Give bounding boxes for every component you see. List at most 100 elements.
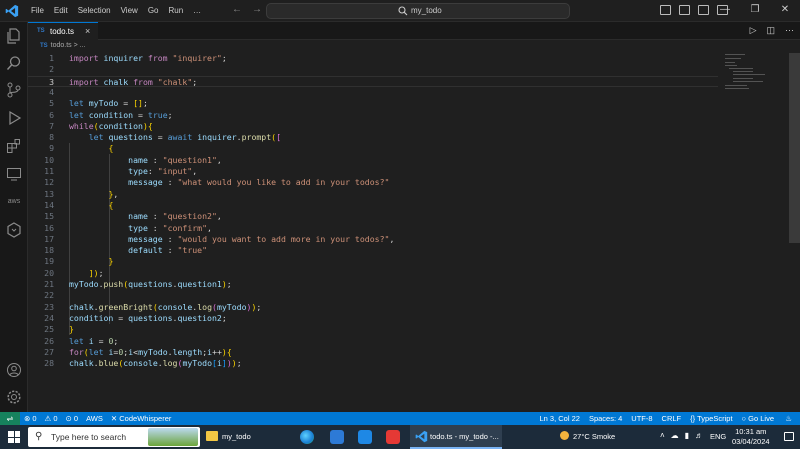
taskbar-vscode-window[interactable]: todo.ts - my_todo -... (410, 425, 502, 449)
clock[interactable]: 10:31 am 03/04/2024 (732, 427, 770, 447)
toggle-secondary-sidebar-icon[interactable] (698, 5, 709, 15)
aws-icon[interactable]: aws (6, 194, 22, 210)
menu-file[interactable]: File (26, 5, 49, 17)
status-language[interactable]: {} TypeScript (690, 414, 732, 423)
line-number: 24 (44, 312, 54, 323)
status-indentation[interactable]: Spaces: 4 (589, 414, 622, 423)
more-actions-icon[interactable]: ⋯ (785, 25, 794, 36)
code-line[interactable]: 8 let questions = await inquirer.prompt(… (28, 132, 718, 143)
restore-icon[interactable]: ❐ (740, 0, 770, 22)
show-hidden-icons-icon[interactable]: ˄ (660, 431, 665, 440)
code-line[interactable]: 7 while(condition){ (28, 121, 718, 132)
extensions-icon[interactable] (6, 138, 22, 154)
status-errors[interactable]: ⊗ 0 (24, 414, 37, 423)
code-line[interactable]: 9 { (28, 143, 718, 154)
code-line[interactable]: 1 import inquirer from "inquirer"; (28, 53, 718, 64)
explorer-icon[interactable] (6, 28, 22, 44)
code-line[interactable]: 25} (28, 324, 718, 335)
code-line[interactable]: 23 chalk.greenBright(console.log(myTodo))… (28, 302, 718, 313)
status-warnings[interactable]: ⚠ 0 (45, 414, 58, 423)
taskbar-search-box[interactable]: ⚲ Type here to search (28, 427, 200, 447)
notifications-bell-icon[interactable]: ♨ (785, 414, 792, 423)
run-debug-icon[interactable] (6, 110, 22, 126)
minimap[interactable] (725, 53, 785, 93)
youtube-icon[interactable] (386, 430, 400, 444)
edge-browser-icon[interactable] (300, 430, 314, 444)
code-line[interactable]: 20 ]); (28, 268, 718, 279)
battery-icon[interactable]: ▮ (685, 431, 689, 440)
toggle-panel-icon[interactable] (679, 5, 690, 15)
menu-edit[interactable]: Edit (49, 5, 73, 17)
menu-view[interactable]: View (116, 5, 143, 17)
windows-start-icon[interactable] (8, 431, 20, 443)
status-aws[interactable]: AWS (86, 414, 103, 423)
microsoft-store-icon[interactable] (330, 430, 344, 444)
code-line[interactable]: 16 type : "confirm", (28, 223, 718, 234)
search-view-icon[interactable] (6, 55, 22, 71)
code-line[interactable]: 12 message : "what would you like to add… (28, 177, 718, 188)
status-ports[interactable]: ⊙ 0 (66, 414, 79, 423)
tab-todo-ts[interactable]: TS todo.ts × (28, 22, 98, 40)
manage-gear-icon[interactable] (6, 389, 22, 405)
run-file-icon[interactable]: ▷ (750, 25, 757, 36)
language-indicator[interactable]: ENG (710, 432, 726, 441)
menu-more[interactable]: … (188, 5, 206, 17)
code-line[interactable]: 19 } (28, 256, 718, 267)
code-line[interactable]: 15 name : "question2", (28, 211, 718, 222)
weather-widget[interactable]: 27°C Smoke (560, 431, 615, 441)
code-text: myTodo.push(questions.question1); (69, 279, 232, 289)
code-text: import inquirer from "inquirer"; (69, 53, 227, 63)
source-control-icon[interactable] (6, 82, 22, 98)
code-line[interactable]: 27 for(let i=0;i<myTodo.length;i++){ (28, 347, 718, 358)
code-editor[interactable]: 1 import inquirer from "inquirer"; 2 3 impor… (28, 53, 718, 383)
code-line[interactable]: 14 { (28, 200, 718, 211)
minimize-icon[interactable]: — (710, 0, 740, 22)
back-arrow-icon[interactable]: ← (232, 4, 242, 15)
vscode-logo-icon (5, 4, 19, 18)
code-line[interactable]: 22 (28, 290, 718, 301)
line-number: 14 (44, 199, 54, 210)
vertical-scrollbar[interactable] (789, 53, 800, 243)
code-line[interactable]: 5 let myTodo = []; (28, 98, 718, 109)
status-cursor-position[interactable]: Ln 3, Col 22 (539, 414, 579, 423)
split-editor-icon[interactable]: ◫ (766, 25, 775, 36)
status-encoding[interactable]: UTF-8 (631, 414, 652, 423)
code-line[interactable]: 6 let condition = true; (28, 110, 718, 121)
code-text: name : "question2", (128, 211, 222, 222)
code-line[interactable]: 17 message : "would you want to add more… (28, 234, 718, 245)
menu-selection[interactable]: Selection (73, 5, 116, 17)
code-line[interactable]: 2 (28, 64, 718, 75)
code-line[interactable]: 11 type: "input", (28, 166, 718, 177)
menu-go[interactable]: Go (143, 5, 164, 17)
code-line[interactable]: 3 import chalk from "chalk"; (28, 75, 718, 87)
status-eol[interactable]: CRLF (662, 414, 682, 423)
code-line[interactable]: 4 (28, 87, 718, 98)
remote-explorer-icon[interactable] (6, 166, 22, 182)
taskbar-file-explorer[interactable]: my_todo (202, 425, 292, 449)
account-icon[interactable] (6, 362, 22, 378)
notification-center-icon[interactable] (784, 432, 794, 441)
code-line[interactable]: 10 name : "question1", (28, 155, 718, 166)
codewhisperer-icon[interactable] (6, 222, 22, 238)
close-tab-icon[interactable]: × (85, 26, 90, 36)
code-line[interactable]: 28 chalk.blue(console.log(myTodo[i])); (28, 358, 718, 369)
status-go-live[interactable]: ○ Go Live (742, 414, 774, 423)
code-line[interactable]: 18 default : "true" (28, 245, 718, 256)
code-text: while(condition){ (69, 120, 153, 131)
mail-icon[interactable] (358, 430, 372, 444)
status-codewhisperer[interactable]: ✕ CodeWhisperer (111, 414, 171, 423)
volume-icon[interactable]: ♬ (695, 431, 703, 440)
clock-date: 03/04/2024 (732, 437, 770, 446)
command-center-search[interactable]: my_todo (266, 3, 570, 19)
code-line[interactable]: 26 let i = 0; (28, 336, 718, 347)
menu-run[interactable]: Run (163, 5, 188, 17)
remote-indicator-icon[interactable]: ⇌ (0, 412, 20, 425)
breadcrumb[interactable]: TS todo.ts > ... (40, 42, 86, 49)
toggle-primary-sidebar-icon[interactable] (660, 5, 671, 15)
close-window-icon[interactable]: ✕ (770, 0, 800, 22)
code-line[interactable]: 13 }, (28, 189, 718, 200)
code-line[interactable]: 21 myTodo.push(questions.question1); (28, 279, 718, 290)
code-line[interactable]: 24 condition = questions.question2; (28, 313, 718, 324)
onedrive-icon[interactable]: ☁ (671, 431, 679, 440)
forward-arrow-icon[interactable]: → (252, 4, 262, 15)
